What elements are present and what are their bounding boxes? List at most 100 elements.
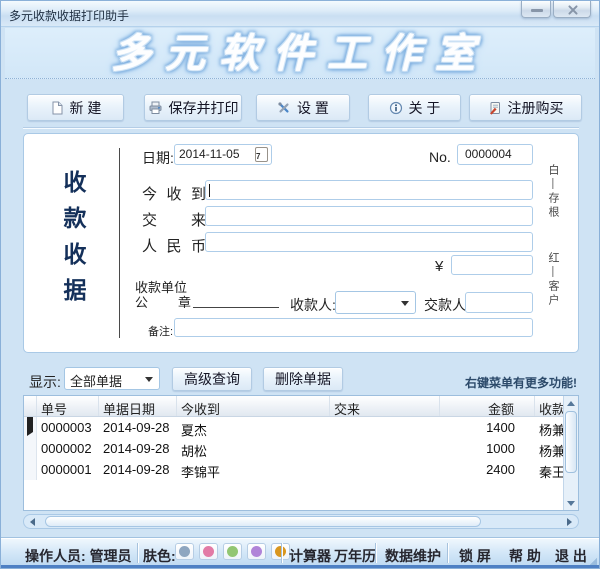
minimize-icon bbox=[531, 9, 543, 12]
delete-receipt-label: 删除单据 bbox=[275, 371, 331, 387]
operator-value: 管理员 bbox=[89, 548, 132, 564]
column-header-payee[interactable]: 收款 bbox=[535, 396, 563, 416]
receipt-no-label: No. bbox=[429, 149, 451, 165]
arrow-down-icon bbox=[567, 501, 575, 506]
cell-date: 2014-09-28 bbox=[103, 462, 170, 477]
cell-amount: 1000 bbox=[486, 441, 515, 456]
tools-icon bbox=[278, 101, 289, 113]
skin-color-option[interactable] bbox=[175, 543, 194, 560]
column-header-from[interactable]: 交来 bbox=[330, 396, 440, 416]
window-bottom-edge bbox=[1, 565, 599, 568]
close-icon bbox=[567, 4, 579, 16]
skin-color-chips bbox=[175, 543, 290, 560]
table-row[interactable]: 0000003 2014-09-28 夏杰 1400 杨兼 bbox=[24, 417, 578, 438]
scroll-left-icon[interactable] bbox=[30, 518, 35, 526]
yen-symbol: ¥ bbox=[435, 258, 444, 275]
calendar-link[interactable]: 万年历 bbox=[334, 546, 376, 566]
received-input[interactable] bbox=[205, 180, 533, 200]
close-button[interactable] bbox=[553, 1, 591, 18]
cell-payee: 杨兼 bbox=[539, 423, 563, 438]
receipt-vertical-title: 收款收据 bbox=[60, 170, 86, 314]
lock-screen-link[interactable]: 锁 屏 bbox=[459, 546, 491, 566]
save-print-button-label: 保存并打印 bbox=[168, 99, 239, 116]
statusbar-divider bbox=[447, 543, 449, 563]
statusbar-divider bbox=[137, 543, 139, 563]
exit-link[interactable]: 退 出 bbox=[555, 546, 587, 566]
about-button[interactable]: 关 于 bbox=[368, 94, 461, 121]
statusbar-divider bbox=[375, 543, 377, 563]
amount-input[interactable] bbox=[451, 255, 533, 275]
minimize-button[interactable] bbox=[521, 1, 551, 18]
save-print-button[interactable]: 保存并打印 bbox=[144, 94, 242, 121]
filter-dropdown[interactable]: 全部单据 bbox=[64, 367, 160, 390]
date-label: 日期: bbox=[142, 150, 174, 166]
titlebar[interactable]: 多元收款收据打印助手 bbox=[1, 1, 599, 27]
statusbar-divider bbox=[281, 543, 283, 563]
help-link[interactable]: 帮 助 bbox=[509, 546, 541, 566]
operator-info: 操作人员: 管理员 bbox=[25, 546, 132, 566]
cell-from bbox=[330, 417, 440, 438]
toolbar-separator bbox=[23, 127, 579, 129]
printer-icon bbox=[149, 101, 161, 114]
handover-input[interactable] bbox=[205, 206, 533, 226]
skin-color-option[interactable] bbox=[199, 543, 218, 560]
copy-note-white: 白—存根 bbox=[547, 164, 559, 220]
calculator-link[interactable]: 计算器 bbox=[289, 546, 331, 566]
cell-id: 0000001 bbox=[41, 462, 92, 477]
receipt-no-value: 0000004 bbox=[465, 147, 512, 161]
banner-title: 多元软件工作室 bbox=[111, 32, 489, 76]
delete-receipt-button[interactable]: 删除单据 bbox=[263, 367, 343, 391]
skin-color-option[interactable] bbox=[223, 543, 242, 560]
register-icon bbox=[489, 101, 500, 115]
cell-received: 夏杰 bbox=[181, 423, 208, 438]
receipt-no-input[interactable]: 0000004 bbox=[457, 144, 533, 165]
scroll-up-button[interactable] bbox=[564, 396, 578, 410]
cell-payee: 秦王 bbox=[539, 465, 563, 480]
arrow-up-icon bbox=[567, 401, 575, 406]
skin-dot bbox=[251, 546, 262, 557]
copy-note-red: 红—客户 bbox=[547, 252, 559, 308]
horizontal-scrollbar[interactable] bbox=[23, 514, 579, 529]
text-caret bbox=[209, 184, 210, 197]
remark-label: 备注: bbox=[148, 326, 174, 338]
date-input[interactable]: 2014-11-05 7 bbox=[174, 144, 272, 165]
new-button[interactable]: 新 建 bbox=[27, 94, 124, 121]
cell-amount: 1400 bbox=[486, 420, 515, 435]
column-header-received[interactable]: 今收到 bbox=[177, 396, 330, 416]
new-document-icon bbox=[52, 101, 63, 114]
currency-label: 人民币 bbox=[142, 238, 206, 255]
settings-button[interactable]: 设 置 bbox=[256, 94, 350, 121]
chevron-down-icon bbox=[401, 301, 409, 306]
currency-input[interactable] bbox=[205, 232, 533, 252]
column-header-date[interactable]: 单据日期 bbox=[99, 396, 177, 416]
scroll-right-icon[interactable] bbox=[567, 518, 572, 526]
data-maintenance-link[interactable]: 数据维护 bbox=[385, 546, 441, 566]
operator-label: 操作人员: bbox=[25, 548, 86, 564]
payee-dropdown[interactable] bbox=[335, 291, 416, 314]
payer-input[interactable] bbox=[465, 292, 533, 313]
receipt-panel: 收款收据 日期: 2014-11-05 7 No. 0000004 今收到 交来… bbox=[23, 133, 579, 353]
vertical-scrollbar[interactable] bbox=[563, 396, 578, 510]
received-label: 今收到 bbox=[142, 186, 206, 203]
handover-label: 交来 bbox=[142, 212, 206, 229]
table-row[interactable]: 0000001 2014-09-28 李锦平 2400 秦王 bbox=[24, 459, 578, 480]
table-row[interactable]: 0000002 2014-09-28 胡松 1000 杨兼 bbox=[24, 438, 578, 459]
vertical-scrollbar-thumb[interactable] bbox=[565, 411, 577, 473]
date-picker-icon[interactable]: 7 bbox=[255, 147, 268, 162]
skin-label: 肤色: bbox=[143, 548, 176, 564]
column-header-amount[interactable]: 金额 bbox=[440, 396, 535, 416]
horizontal-scrollbar-thumb[interactable] bbox=[45, 516, 481, 527]
display-label: 显示: bbox=[29, 374, 61, 390]
cell-from bbox=[330, 438, 440, 459]
scroll-down-button[interactable] bbox=[564, 496, 578, 510]
register-buy-button[interactable]: 注册购买 bbox=[469, 94, 582, 121]
seal-underline bbox=[193, 307, 279, 308]
date-picker-day: 7 bbox=[256, 152, 261, 161]
receipt-table: 单号 单据日期 今收到 交来 金额 收款 0000003 2014-09-28 … bbox=[23, 395, 579, 511]
column-header-id[interactable]: 单号 bbox=[37, 396, 99, 416]
app-window: 多元收款收据打印助手 多元软件工作室 新 建 保存并打印 设 置 关 于 注册购… bbox=[0, 0, 600, 569]
skin-color-option[interactable] bbox=[247, 543, 266, 560]
advanced-query-button[interactable]: 高级查询 bbox=[172, 367, 252, 391]
date-value: 2014-11-05 bbox=[179, 147, 240, 161]
remark-input[interactable] bbox=[174, 318, 533, 337]
